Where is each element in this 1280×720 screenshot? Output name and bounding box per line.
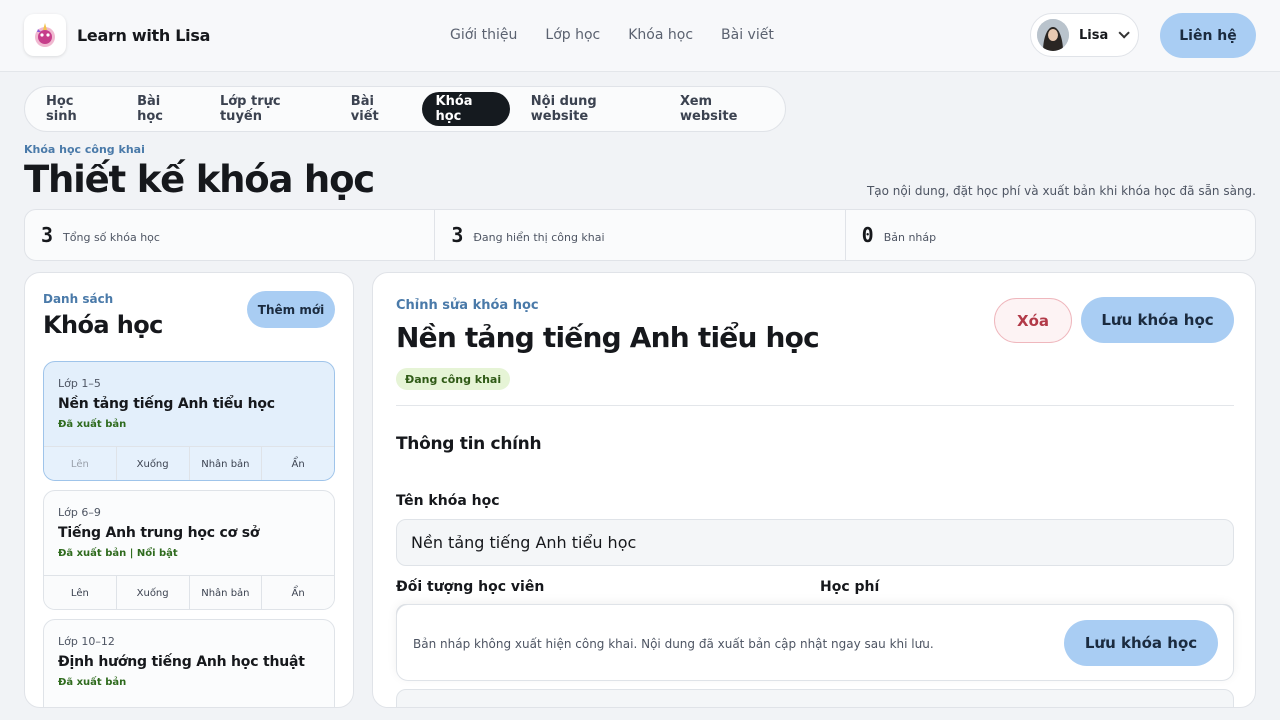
course-card[interactable]: Lớp 6–9 Tiếng Anh trung học cơ sở Đã xuấ… xyxy=(43,490,335,610)
user-name: Lisa xyxy=(1079,27,1109,43)
course-status: Đã xuất bản xyxy=(58,677,127,688)
user-photo-icon xyxy=(1037,19,1069,51)
unicorn-icon xyxy=(35,23,55,47)
page-eyebrow: Khóa học công khai xyxy=(24,143,145,156)
course-grade: Lớp 10–12 xyxy=(58,635,115,648)
stat-label: Bản nháp xyxy=(883,230,937,244)
contact-button[interactable]: Liên hệ xyxy=(1160,13,1256,58)
status-badge: Đang công khai xyxy=(396,368,511,390)
stat-label: Tổng số khóa học xyxy=(63,230,160,244)
course-card[interactable]: Lớp 1–5 Nền tảng tiếng Anh tiểu học Đã x… xyxy=(43,361,335,481)
hide-button[interactable]: Ẩn xyxy=(262,576,334,609)
move-up-button[interactable]: Lên xyxy=(44,447,117,480)
move-down-button[interactable]: Xuống xyxy=(117,576,190,609)
course-title: Định hướng tiếng Anh học thuật xyxy=(58,654,305,670)
footer-save-button[interactable]: Lưu khóa học xyxy=(1064,620,1218,666)
brand-logo[interactable] xyxy=(24,14,66,56)
footer-hint: Bản nháp không xuất hiện công khai. Nội … xyxy=(413,637,934,651)
page-subtitle: Tạo nội dung, đặt học phí và xuất bản kh… xyxy=(866,184,1256,198)
divider xyxy=(396,405,1234,406)
tab-articles[interactable]: Bài viết xyxy=(337,92,415,126)
course-name-label: Tên khóa học xyxy=(396,493,500,509)
admin-tabs: Học sinh Bài học Lớp trực tuyến Bài viết… xyxy=(24,86,786,132)
stat-drafts: 0 Bản nháp xyxy=(846,210,1255,260)
hide-button[interactable]: Ẩn xyxy=(262,447,334,480)
move-up-button[interactable]: Lên xyxy=(44,576,117,609)
stat-public: 3 Đang hiển thị công khai xyxy=(435,210,846,260)
stat-value: 0 xyxy=(861,223,874,247)
brand-name[interactable]: Learn with Lisa xyxy=(77,26,210,45)
nav-classes[interactable]: Lớp học xyxy=(545,27,600,43)
delete-button[interactable]: Xóa xyxy=(994,298,1072,343)
nav-courses[interactable]: Khóa học xyxy=(628,27,693,43)
avatar xyxy=(1037,19,1069,51)
stat-value: 3 xyxy=(451,223,464,247)
audience-label: Đối tượng học viên xyxy=(396,579,545,595)
editor-eyebrow: Chỉnh sửa khóa học xyxy=(396,298,539,313)
user-menu[interactable]: Lisa xyxy=(1030,13,1139,57)
tab-online-classes[interactable]: Lớp trực tuyến xyxy=(206,92,330,126)
save-footer-bar: Bản nháp không xuất hiện công khai. Nội … xyxy=(396,604,1234,681)
next-field-input[interactable] xyxy=(396,689,1234,707)
chevron-down-icon xyxy=(1118,27,1131,39)
course-grade: Lớp 1–5 xyxy=(58,377,101,390)
stats-bar: 3 Tổng số khóa học 3 Đang hiển thị công … xyxy=(24,209,1256,261)
course-list-panel: Danh sách Khóa học Thêm mới Lớp 1–5 Nền … xyxy=(24,272,354,708)
course-status: Đã xuất bản | Nổi bật xyxy=(58,548,178,559)
course-card[interactable]: Lớp 10–12 Định hướng tiếng Anh học thuật… xyxy=(43,619,335,707)
course-actions: Lên Xuống Nhân bản Ẩn xyxy=(44,575,334,609)
tab-lessons[interactable]: Bài học xyxy=(123,92,199,126)
save-course-button[interactable]: Lưu khóa học xyxy=(1081,297,1234,343)
tab-courses[interactable]: Khóa học xyxy=(421,92,510,126)
duplicate-button[interactable]: Nhân bản xyxy=(190,576,263,609)
move-down-button[interactable]: Xuống xyxy=(117,447,190,480)
course-actions: Lên Xuống Nhân bản Ẩn xyxy=(44,446,334,480)
stat-total: 3 Tổng số khóa học xyxy=(25,210,436,260)
course-grade: Lớp 6–9 xyxy=(58,506,101,519)
duplicate-button[interactable]: Nhân bản xyxy=(190,447,263,480)
course-status: Đã xuất bản xyxy=(58,419,127,430)
course-title: Tiếng Anh trung học cơ sở xyxy=(58,525,260,541)
list-eyebrow: Danh sách xyxy=(43,292,114,306)
course-title: Nền tảng tiếng Anh tiểu học xyxy=(58,396,275,412)
course-name-input[interactable] xyxy=(396,519,1234,566)
list-title: Khóa học xyxy=(43,311,163,339)
page-title: Thiết kế khóa học xyxy=(24,158,375,201)
tab-website-content[interactable]: Nội dung website xyxy=(517,92,659,126)
editor-title: Nền tảng tiếng Anh tiểu học xyxy=(396,321,820,354)
top-header: Learn with Lisa Giới thiệu Lớp học Khóa … xyxy=(0,0,1280,72)
tab-view-website[interactable]: Xem website xyxy=(666,92,778,126)
fee-label: Học phí xyxy=(820,579,880,595)
tab-students[interactable]: Học sinh xyxy=(32,92,116,126)
nav-intro[interactable]: Giới thiệu xyxy=(450,27,517,43)
course-editor-panel: Chỉnh sửa khóa học Nền tảng tiếng Anh ti… xyxy=(372,272,1256,708)
stat-label: Đang hiển thị công khai xyxy=(473,230,605,244)
add-course-button[interactable]: Thêm mới xyxy=(247,291,335,328)
stat-value: 3 xyxy=(41,223,54,247)
section-title: Thông tin chính xyxy=(396,434,542,454)
nav-articles[interactable]: Bài viết xyxy=(721,27,774,43)
main-nav: Giới thiệu Lớp học Khóa học Bài viết xyxy=(450,27,774,43)
